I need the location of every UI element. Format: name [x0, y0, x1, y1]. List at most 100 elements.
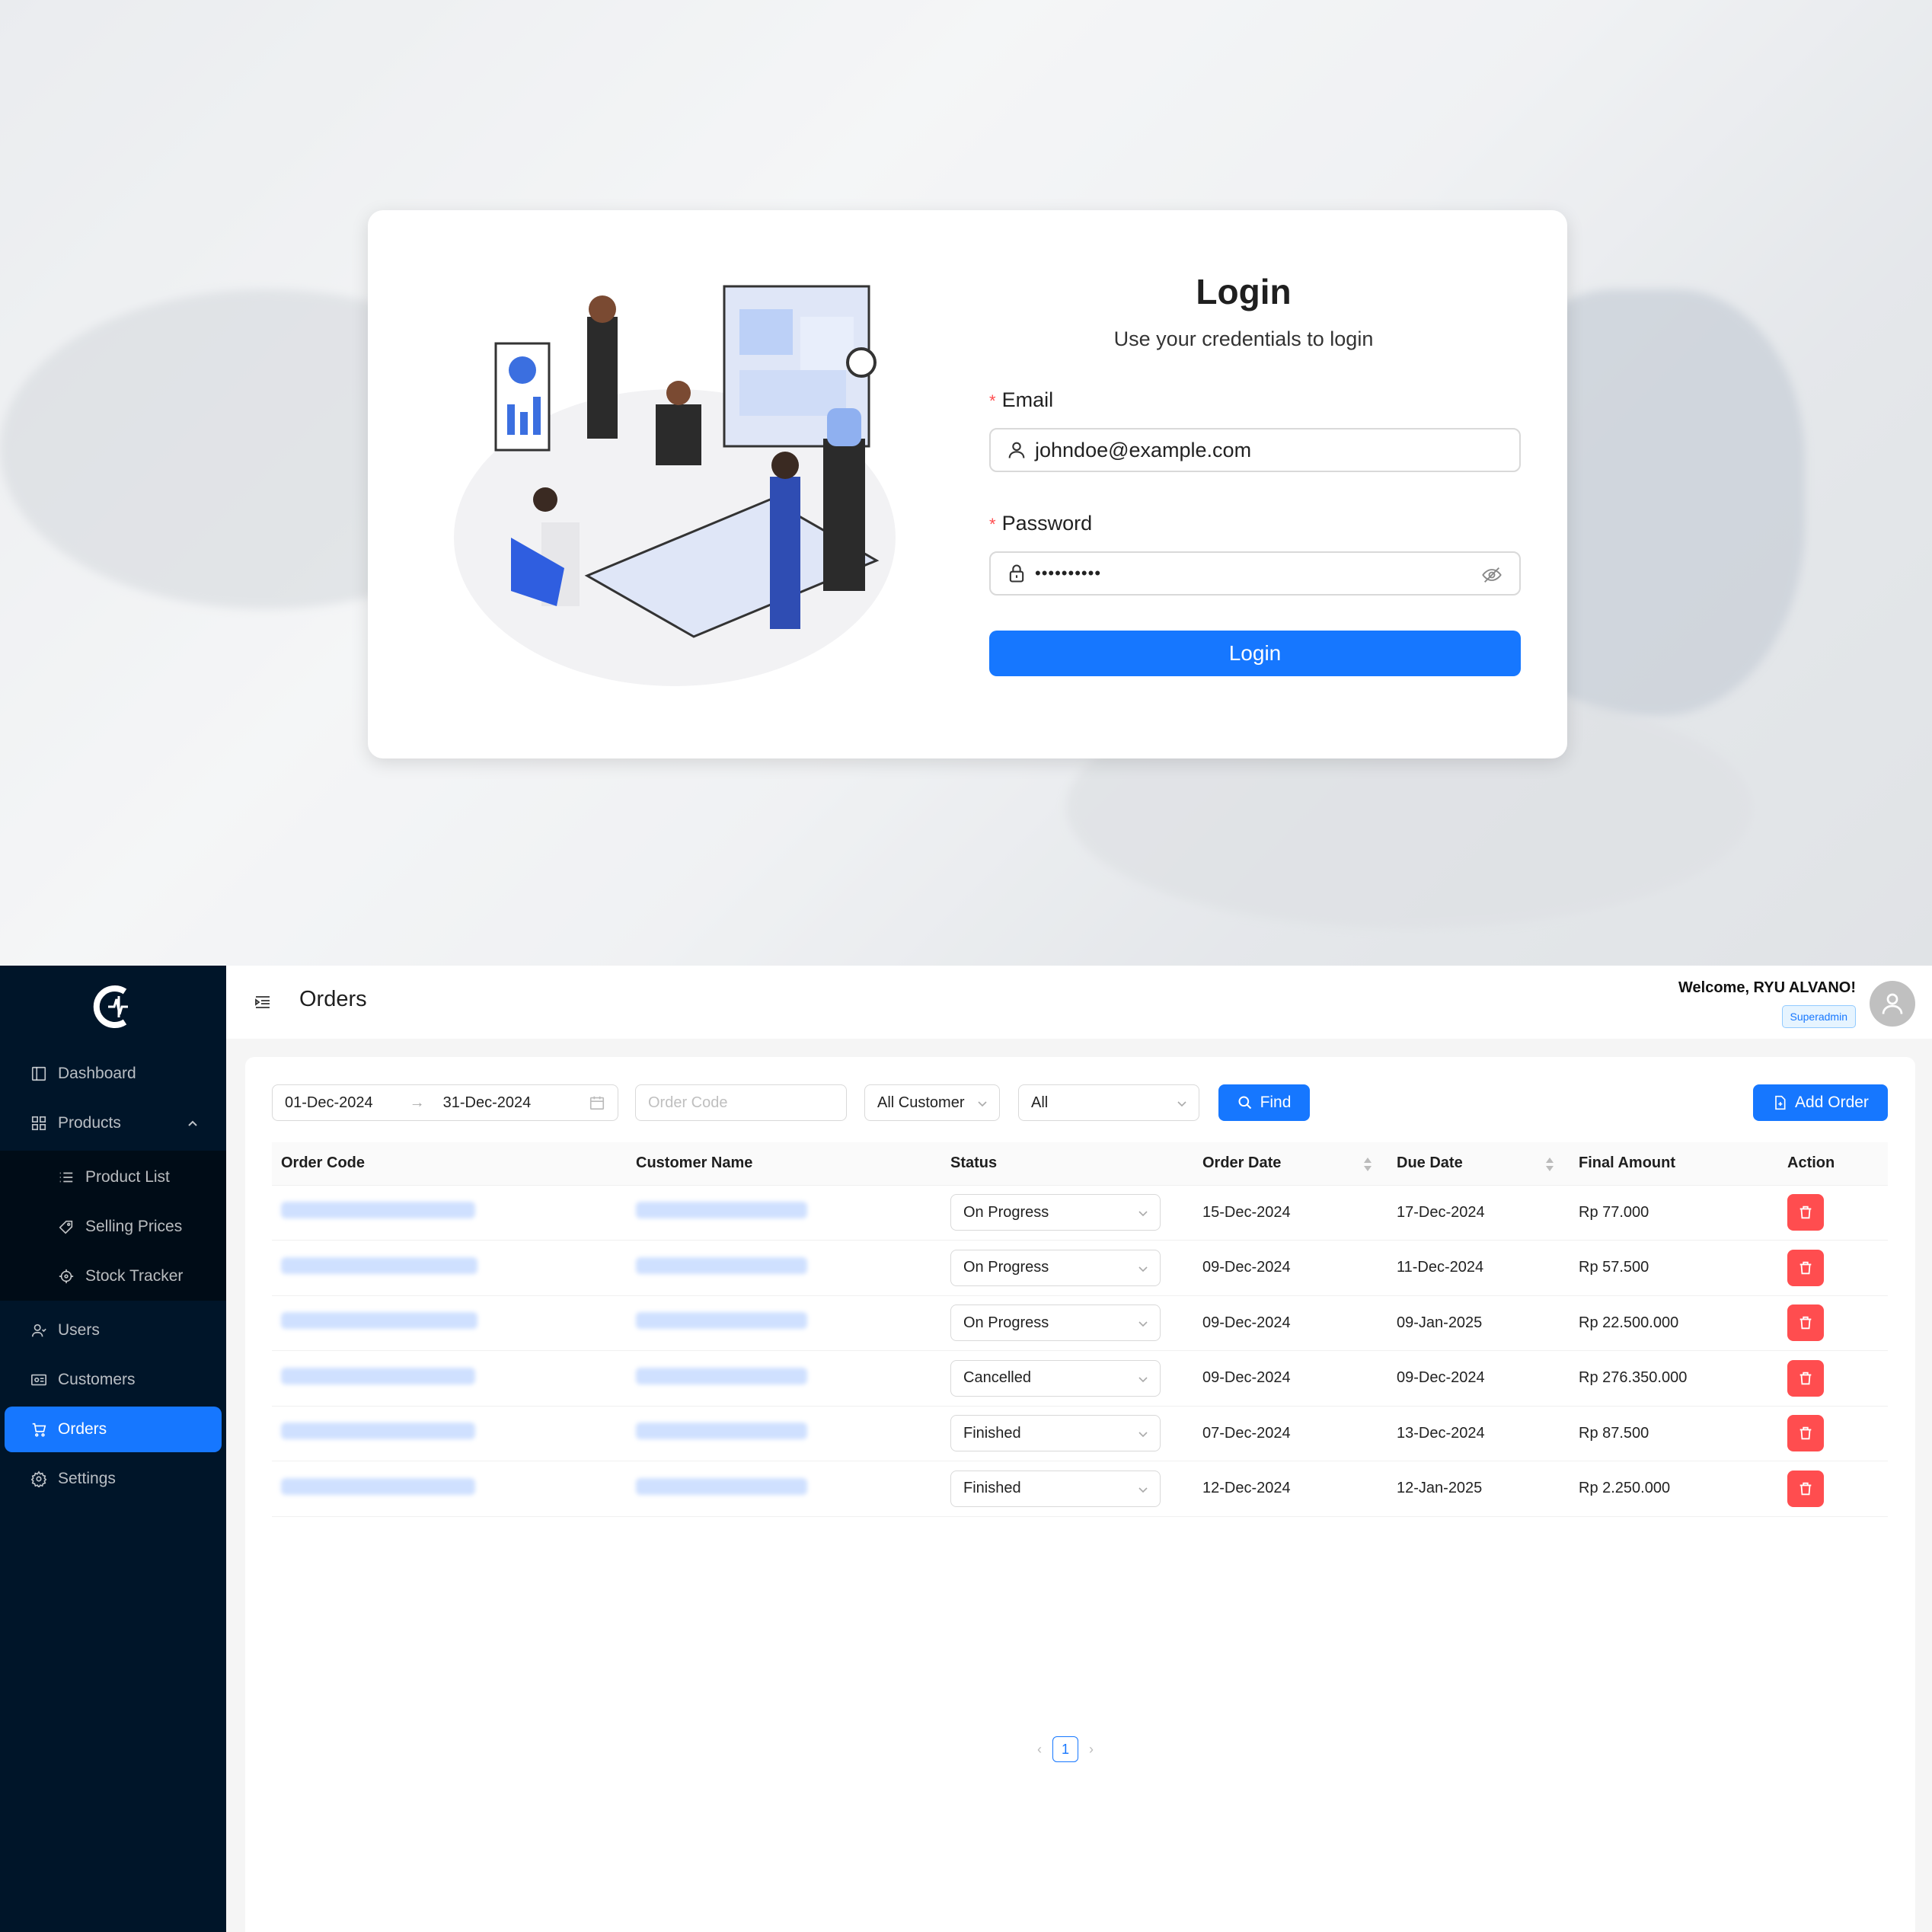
action-cell	[1778, 1295, 1888, 1351]
delete-icon	[1799, 1206, 1812, 1219]
password-label-text: Password	[1001, 512, 1093, 535]
due-date-cell: 11-Dec-2024	[1388, 1240, 1570, 1296]
add-order-button[interactable]: Add Order	[1753, 1084, 1888, 1121]
grid-icon	[30, 1115, 47, 1132]
login-button[interactable]: Login	[989, 631, 1521, 676]
redacted-order-code	[281, 1202, 475, 1219]
tag-icon	[58, 1218, 75, 1235]
delete-icon	[1799, 1261, 1812, 1274]
date-end[interactable]: 31-Dec-2024	[443, 1094, 532, 1112]
status-cell: Finished	[941, 1461, 1193, 1517]
order-code-cell[interactable]	[272, 1185, 627, 1241]
order-code-cell[interactable]	[272, 1406, 627, 1461]
customer-select-value: All Customer	[877, 1094, 965, 1111]
col-due-date[interactable]: Due Date	[1388, 1142, 1570, 1186]
role-badge: Superadmin	[1781, 1005, 1856, 1028]
status-select-value: On Progress	[963, 1203, 1049, 1221]
col-order-code: Order Code	[272, 1142, 627, 1186]
delete-button[interactable]	[1787, 1194, 1824, 1231]
file-add-icon	[1775, 1095, 1786, 1110]
customer-select[interactable]: All Customer	[864, 1084, 1000, 1121]
date-start[interactable]: 01-Dec-2024	[285, 1094, 373, 1112]
cart-icon	[30, 1421, 47, 1438]
header: Orders Welcome, RYU ALVANO! Superadmin	[226, 966, 1932, 1039]
table-row: Cancelled 09-Dec-2024 09-Dec-2024 Rp 276…	[272, 1350, 1888, 1407]
status-select[interactable]: Cancelled	[950, 1359, 1161, 1397]
col-order-date[interactable]: Order Date	[1193, 1142, 1388, 1186]
password-label: * Password	[989, 512, 1092, 535]
delete-icon	[1799, 1317, 1812, 1330]
email-field[interactable]: johndoe@example.com	[989, 428, 1521, 472]
customer-name-cell	[627, 1240, 941, 1296]
final-amount-cell: Rp 2.250.000	[1570, 1461, 1778, 1517]
order-code-cell[interactable]	[272, 1461, 627, 1517]
password-value: ••••••••••	[1035, 564, 1102, 583]
prev-page-icon[interactable]: ‹	[1037, 1742, 1042, 1758]
next-page-icon[interactable]: ›	[1089, 1742, 1094, 1758]
eye-invisible-icon[interactable]	[1481, 564, 1502, 586]
sidebar-item-products[interactable]: Products	[5, 1100, 222, 1146]
order-date-cell: 15-Dec-2024	[1193, 1185, 1388, 1241]
order-date-cell: 09-Dec-2024	[1193, 1350, 1388, 1407]
chevron-down-icon	[1138, 1487, 1148, 1493]
sidebar-item-label: Orders	[58, 1420, 107, 1438]
delete-button[interactable]	[1787, 1470, 1824, 1507]
find-button[interactable]: Find	[1218, 1084, 1310, 1121]
sidebar-item-orders[interactable]: Orders	[5, 1407, 222, 1452]
order-code-cell[interactable]	[272, 1240, 627, 1296]
delete-button[interactable]	[1787, 1304, 1824, 1342]
due-date-cell: 12-Jan-2025	[1388, 1461, 1570, 1517]
sidebar-item-product-list[interactable]: Product List	[5, 1154, 222, 1200]
action-cell	[1778, 1185, 1888, 1241]
sort-icon[interactable]	[1545, 1156, 1554, 1173]
sidebar-item-label: Users	[58, 1321, 100, 1339]
pagination: ‹ 1 ›	[1037, 1736, 1094, 1762]
due-date-cell: 09-Dec-2024	[1388, 1350, 1570, 1407]
menu-fold-icon[interactable]	[254, 993, 272, 1011]
id-card-icon	[30, 1372, 47, 1388]
status-select[interactable]: On Progress	[950, 1304, 1161, 1342]
delete-icon	[1799, 1482, 1812, 1495]
avatar[interactable]	[1870, 981, 1915, 1027]
sidebar-item-settings[interactable]: Settings	[5, 1456, 222, 1502]
date-range-picker[interactable]: 01-Dec-2024 → 31-Dec-2024	[272, 1084, 618, 1121]
sidebar-item-customers[interactable]: Customers	[5, 1357, 222, 1403]
chevron-down-icon	[1138, 1266, 1148, 1272]
col-action: Action	[1778, 1142, 1888, 1186]
password-field[interactable]: ••••••••••	[989, 551, 1521, 596]
sidebar-item-label: Settings	[58, 1470, 116, 1487]
sidebar-item-dashboard[interactable]: Dashboard	[5, 1051, 222, 1097]
col-customer-name: Customer Name	[627, 1142, 941, 1186]
sidebar-item-stock-tracker[interactable]: Stock Tracker	[5, 1253, 222, 1299]
lock-icon	[1006, 563, 1027, 584]
action-cell	[1778, 1406, 1888, 1461]
status-select[interactable]: Finished	[950, 1415, 1161, 1452]
final-amount-cell: Rp 276.350.000	[1570, 1350, 1778, 1407]
chevron-down-icon	[1138, 1211, 1148, 1217]
delete-button[interactable]	[1787, 1415, 1824, 1452]
order-code-input[interactable]	[635, 1084, 847, 1121]
status-filter-select[interactable]: All	[1018, 1084, 1199, 1121]
order-code-cell[interactable]	[272, 1295, 627, 1351]
sidebar-item-users[interactable]: Users	[5, 1308, 222, 1353]
page-item-current[interactable]: 1	[1052, 1736, 1078, 1762]
delete-button[interactable]	[1787, 1359, 1824, 1397]
status-select[interactable]: On Progress	[950, 1249, 1161, 1286]
login-card: Login Use your credentials to login * Ema…	[368, 210, 1567, 758]
order-code-cell[interactable]	[272, 1350, 627, 1407]
status-cell: On Progress	[941, 1295, 1193, 1351]
email-label-text: Email	[1001, 388, 1054, 411]
email-label: * Email	[989, 388, 1053, 412]
delete-button[interactable]	[1787, 1249, 1824, 1286]
status-select[interactable]: Finished	[950, 1470, 1161, 1507]
redacted-order-code	[281, 1312, 477, 1330]
sort-icon[interactable]	[1363, 1156, 1372, 1173]
col-order-date-label: Order Date	[1202, 1154, 1282, 1172]
status-select[interactable]: On Progress	[950, 1194, 1161, 1231]
status-filter-value: All	[1031, 1094, 1049, 1111]
redacted-customer-name	[636, 1423, 807, 1440]
order-date-cell: 12-Dec-2024	[1193, 1461, 1388, 1517]
sidebar-item-selling-prices[interactable]: Selling Prices	[5, 1204, 222, 1250]
sidebar: Dashboard Products Product List Selling …	[0, 966, 226, 1932]
final-amount-cell: Rp 22.500.000	[1570, 1295, 1778, 1351]
